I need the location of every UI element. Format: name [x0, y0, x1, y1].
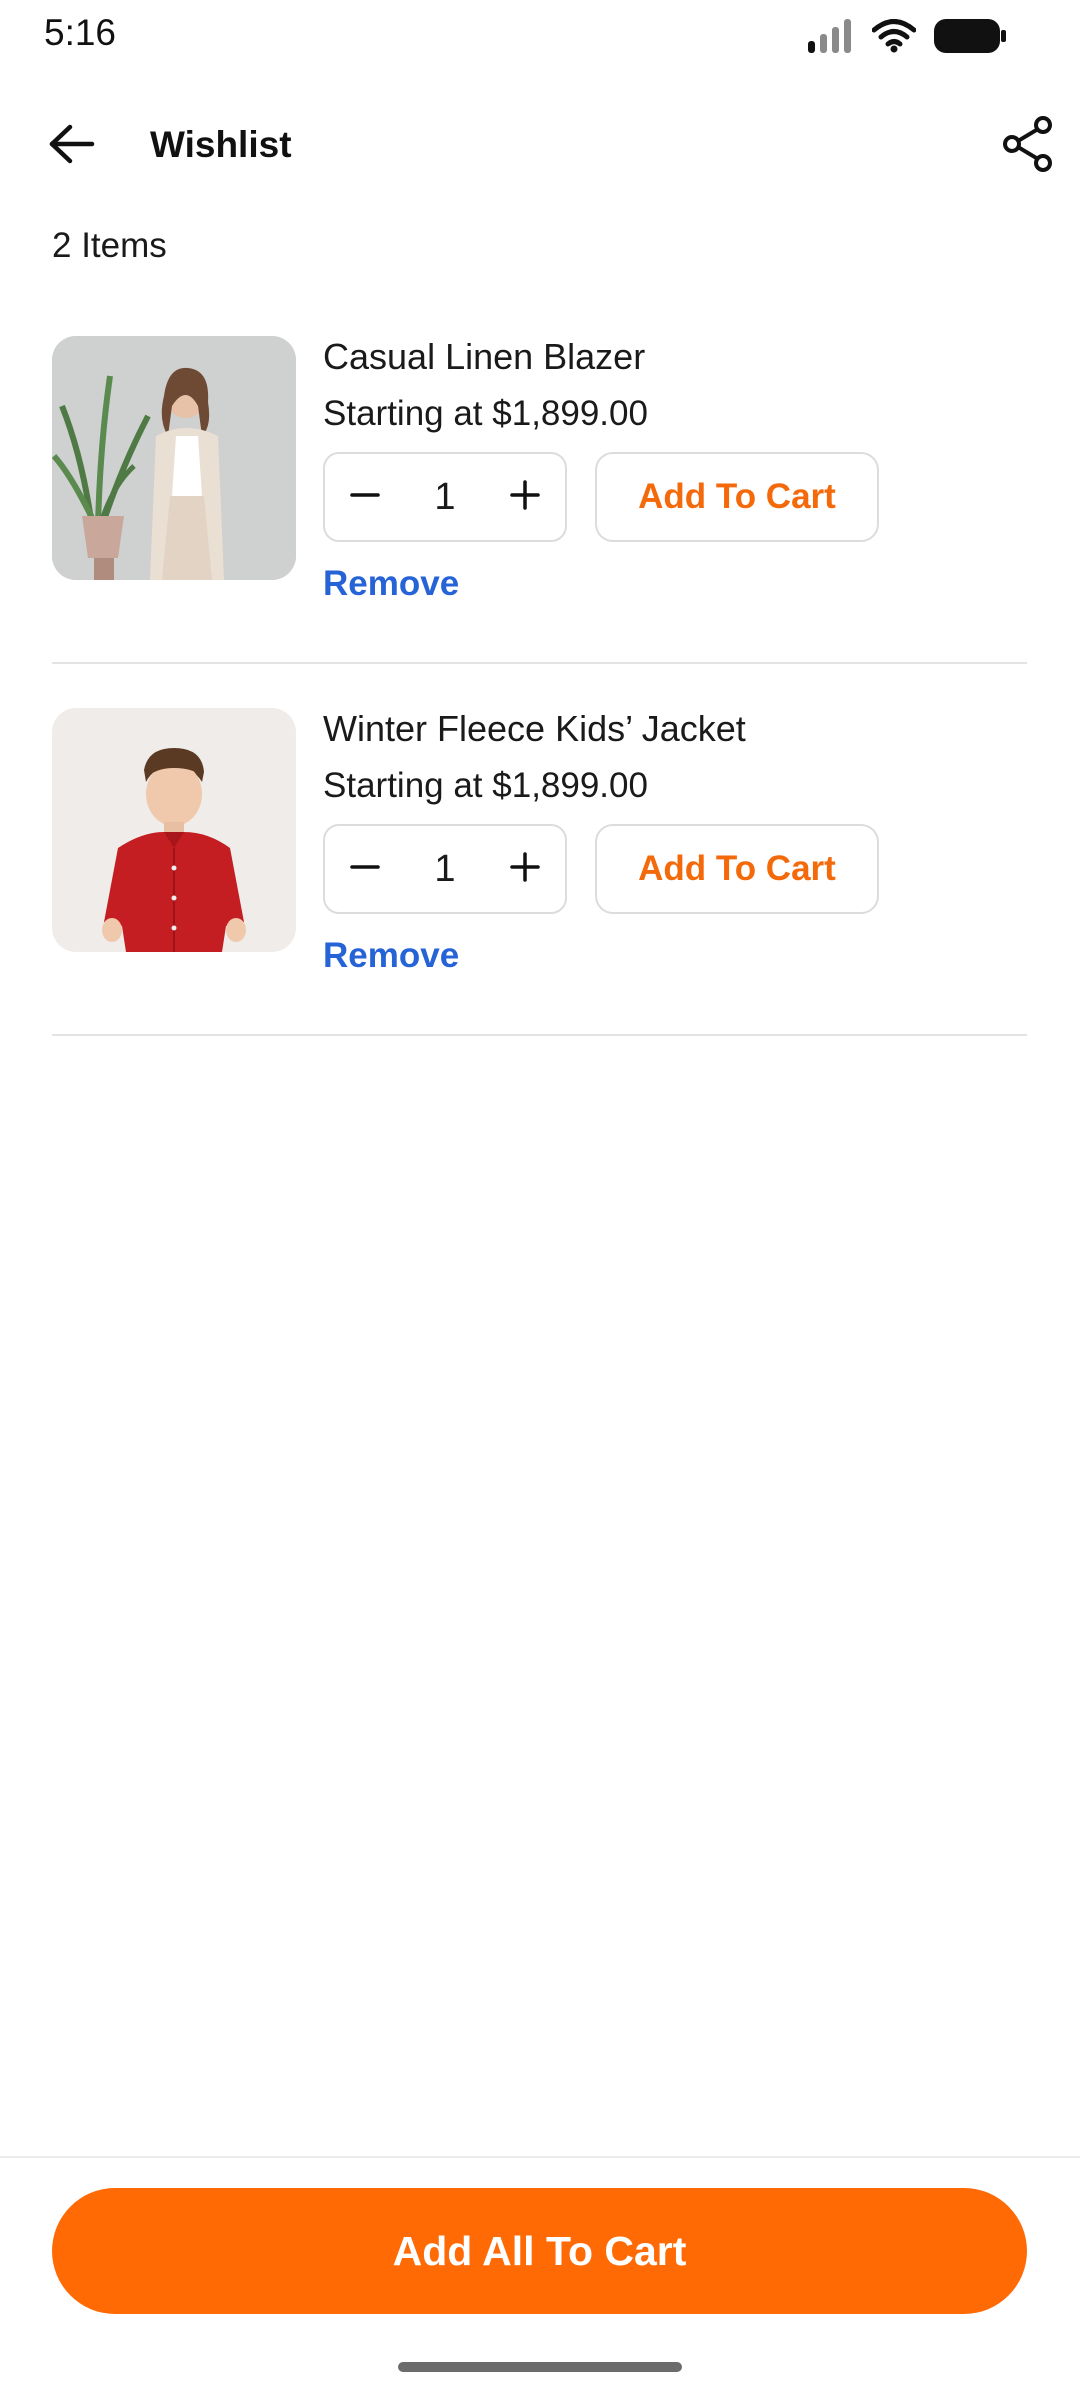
back-button[interactable]: [42, 120, 102, 172]
status-time: 5:16: [44, 12, 117, 53]
product-image-boy-in-red-shirt[interactable]: [52, 708, 296, 952]
minus-icon: [350, 852, 380, 887]
increase-quantity-button[interactable]: [485, 454, 565, 540]
increase-quantity-button[interactable]: [485, 826, 565, 912]
decrease-quantity-button[interactable]: [325, 454, 405, 540]
quantity-stepper: 1: [323, 452, 567, 542]
share-icon: [1001, 115, 1055, 177]
item-count: 2 Items: [52, 226, 167, 265]
wishlist-items: Casual Linen Blazer Starting at $1,899.0…: [52, 336, 1027, 1080]
product-name[interactable]: Winter Fleece Kids’ Jacket: [323, 708, 746, 750]
add-to-cart-button[interactable]: Add To Cart: [595, 452, 879, 542]
product-price: Starting at $1,899.00: [323, 766, 648, 805]
product-name[interactable]: Casual Linen Blazer: [323, 336, 645, 378]
status-bar: 5:16: [0, 0, 1080, 72]
wifi-icon: [872, 19, 916, 53]
quantity-value: 1: [434, 848, 456, 890]
wishlist-item: Casual Linen Blazer Starting at $1,899.0…: [52, 336, 1027, 664]
product-image-woman-in-linen-blazer[interactable]: [52, 336, 296, 580]
page-title: Wishlist: [150, 124, 292, 165]
add-to-cart-button[interactable]: Add To Cart: [595, 824, 879, 914]
signal-icon: [808, 19, 854, 53]
remove-link[interactable]: Remove: [323, 564, 459, 604]
quantity-stepper: 1: [323, 824, 567, 914]
plus-icon: [510, 851, 540, 887]
arrow-left-icon: [48, 124, 96, 169]
wishlist-item: Winter Fleece Kids’ Jacket Starting at $…: [52, 708, 1027, 1036]
app-header: Wishlist: [0, 100, 1080, 192]
decrease-quantity-button[interactable]: [325, 826, 405, 912]
quantity-value: 1: [434, 476, 456, 518]
remove-link[interactable]: Remove: [323, 936, 459, 976]
bottom-divider: [0, 2156, 1080, 2158]
plus-icon: [510, 479, 540, 515]
product-price: Starting at $1,899.00: [323, 394, 648, 433]
minus-icon: [350, 480, 380, 515]
home-indicator[interactable]: [398, 2362, 682, 2372]
status-icons: [808, 18, 1006, 54]
share-button[interactable]: [998, 115, 1058, 177]
add-all-to-cart-button[interactable]: Add All To Cart: [52, 2188, 1027, 2314]
battery-icon: [934, 19, 1006, 53]
